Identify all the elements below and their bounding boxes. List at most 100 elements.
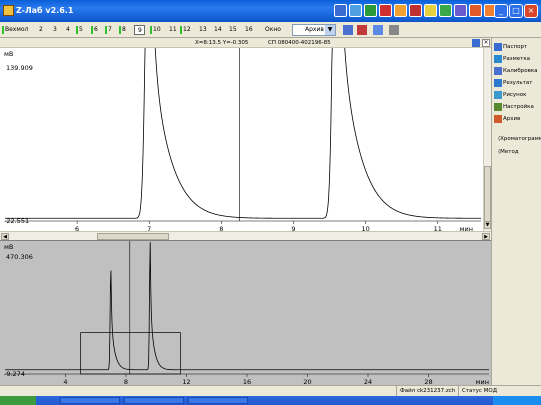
channel-label: 7 [108, 26, 112, 33]
channel-active-mark [119, 26, 121, 34]
calibration-icon [494, 67, 502, 75]
plot-header: X=8:13.5 Y=-0.305 СП 080400-402196-85 × [0, 38, 491, 48]
app-window: Z-Лаб v2.6.1 _ □ × Вехмол 2 3 4 5 6 7 8 9 10 11 12 1… [0, 0, 541, 405]
side-item-3[interactable]: Калибровка [494, 66, 538, 76]
channel-label: 6 [94, 26, 98, 33]
scroll-right-icon[interactable]: ▶ [482, 233, 490, 240]
chevron-down-icon[interactable]: ▼ [325, 25, 335, 35]
channel-button-16[interactable]: 16 [242, 25, 253, 35]
pointer-help-icon[interactable] [343, 25, 353, 35]
vertical-scroll-thumb[interactable] [484, 166, 491, 228]
channel-label: 16 [245, 26, 253, 33]
tool-gear-icon[interactable] [454, 4, 467, 17]
channel-button-2[interactable]: 2 [36, 25, 43, 35]
minimize-button[interactable]: _ [494, 4, 508, 18]
close-icon[interactable]: × [482, 39, 490, 47]
channel-button-7[interactable]: 7 [105, 25, 112, 35]
side-item-6[interactable]: Настройка [494, 102, 534, 112]
window-menu[interactable]: Окно [262, 25, 281, 35]
side-tab-2[interactable]: ⟨Метод [494, 147, 519, 157]
settings-icon [494, 103, 502, 111]
channel-label: 13 [199, 26, 207, 33]
refresh-icon[interactable] [357, 25, 367, 35]
channel-button-9[interactable]: 9 [134, 25, 145, 35]
channel-label: 14 [214, 26, 222, 33]
side-item-label: Паспорт [503, 44, 528, 50]
taskbar-item-3[interactable] [188, 397, 248, 404]
channel-label: 10 [153, 26, 161, 33]
channel-button-5[interactable]: 5 [76, 25, 83, 35]
archive-combo[interactable]: Архив ▼ [292, 24, 336, 36]
channel-button-8[interactable]: 8 [119, 25, 126, 35]
channel-button-12[interactable]: 12 [180, 25, 191, 35]
window-title: Z-Лаб v2.6.1 [16, 6, 74, 15]
side-item-label: Калибровка [503, 68, 538, 74]
zoom-icon[interactable] [373, 25, 383, 35]
zoom-window-rect [80, 332, 181, 375]
archive-combo-value: Архив [305, 26, 324, 33]
channel-button-1[interactable]: Вехмол [2, 25, 28, 35]
satellite-icon[interactable] [389, 25, 399, 35]
app-icon [3, 5, 14, 16]
side-item-label: Разметка [503, 56, 531, 62]
tool-stop-icon[interactable] [379, 4, 392, 17]
tool-print-icon[interactable] [469, 4, 482, 17]
maximize-button[interactable]: □ [509, 4, 523, 18]
side-item-5[interactable]: Рисунок [494, 90, 526, 100]
taskbar [0, 396, 541, 405]
channel-label: 12 [183, 26, 191, 33]
y-tick-label-top: 470.306 [6, 253, 33, 261]
channel-button-4[interactable]: 4 [63, 25, 70, 35]
side-item-label: Результат [503, 80, 533, 86]
tool-record-icon[interactable] [409, 4, 422, 17]
overview-plot[interactable]: 4 8 12 16 20 24 28 мВ 470.306 -9.274 мин [0, 240, 491, 386]
picture-icon [494, 91, 502, 99]
side-item-1[interactable]: Паспорт [494, 42, 527, 52]
channel-active-mark [2, 26, 4, 34]
channel-button-6[interactable]: 6 [91, 25, 98, 35]
overview-svg[interactable]: 4 8 12 16 20 24 28мВ470.306-9.274мин [0, 241, 491, 386]
archive-icon [494, 115, 502, 123]
tool-chart-icon[interactable] [364, 4, 377, 17]
tool-leaf-icon[interactable] [439, 4, 452, 17]
side-tab-1[interactable]: ⟨Хроматограмма [494, 134, 541, 144]
tool-table-icon[interactable] [349, 4, 362, 17]
taskbar-item-2[interactable] [124, 397, 184, 404]
taskbar-item-1[interactable] [60, 397, 120, 404]
side-item-7[interactable]: Архив [494, 114, 520, 124]
status-bar: Файл ck231237.zch Статус МОД [0, 385, 541, 396]
scroll-down-icon[interactable]: ▼ [484, 221, 491, 229]
channel-button-3[interactable]: 3 [50, 25, 57, 35]
channel-button-11[interactable]: 11 [166, 25, 177, 35]
close-button[interactable]: × [524, 4, 538, 18]
side-item-2[interactable]: Разметка [494, 54, 530, 64]
horizontal-scroll-thumb[interactable] [97, 233, 169, 240]
scroll-left-icon[interactable]: ◀ [1, 233, 9, 240]
start-button[interactable] [0, 396, 36, 405]
tool-lamp-icon[interactable] [424, 4, 437, 17]
side-item-4[interactable]: Результат [494, 78, 532, 88]
channel-label: 9 [138, 27, 142, 34]
channel-button-13[interactable]: 13 [196, 25, 207, 35]
chromatogram-svg[interactable]: 6 7 8 9 10 11мВ139.909-22.551мин [0, 48, 483, 231]
channel-label: 8 [122, 26, 126, 33]
tool-grid-icon[interactable] [334, 4, 347, 17]
horizontal-scrollbar[interactable]: ◀ ▶ [0, 231, 491, 240]
channel-button-15[interactable]: 15 [226, 25, 237, 35]
channel-active-mark [91, 26, 93, 34]
tool-wave-icon[interactable] [394, 4, 407, 17]
channel-label: 5 [79, 26, 83, 33]
side-item-label: Рисунок [503, 92, 527, 98]
channel-label: 3 [53, 26, 57, 33]
title-bar[interactable]: Z-Лаб v2.6.1 _ □ × [0, 0, 541, 22]
restore-icon[interactable] [472, 39, 480, 47]
overview-trace [5, 242, 489, 371]
channel-button-14[interactable]: 14 [211, 25, 222, 35]
chromatogram-trace [5, 48, 481, 219]
vertical-scrollbar[interactable]: ▼ [483, 48, 491, 231]
channel-label: 2 [39, 26, 43, 33]
chromatogram-plot[interactable]: 6 7 8 9 10 11 мВ 139.909 -22.551 мин [0, 48, 491, 231]
channel-button-10[interactable]: 10 [150, 25, 161, 35]
passport-icon [494, 43, 502, 51]
status-mode: Статус МОД [458, 386, 506, 396]
